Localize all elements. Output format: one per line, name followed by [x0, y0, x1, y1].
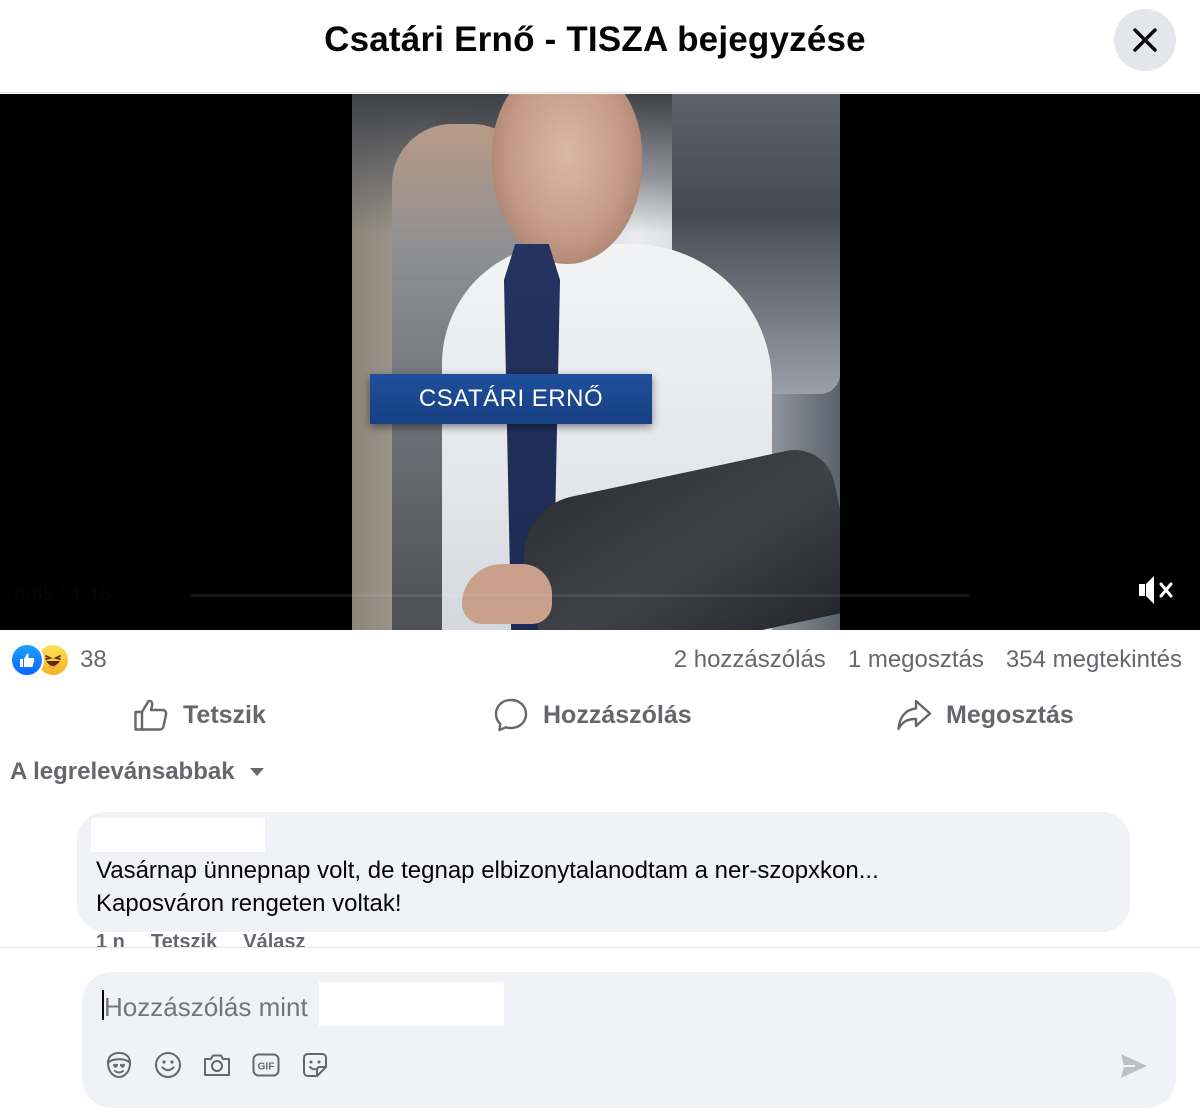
composer-toolbar: GIF: [104, 1050, 330, 1080]
sort-label: A legrelevánsabbak: [10, 758, 235, 785]
view-count: 354 megtekintés: [1005, 646, 1182, 673]
video-controls: 0:05 / 1:18: [0, 564, 1200, 624]
video-frame[interactable]: [352, 94, 840, 630]
close-button[interactable]: [1114, 9, 1176, 71]
comment-button-label: Hozzászólás: [543, 700, 692, 729]
video-lower-third: CSATÁRI ERNŐ: [370, 374, 652, 424]
share-arrow-icon: [897, 699, 932, 731]
svg-text:GIF: GIF: [258, 1062, 275, 1073]
post-dialog-header: Csatári Ernő - TISZA bejegyzése: [0, 0, 1200, 93]
gif-icon: GIF: [252, 1053, 280, 1077]
video-time-readout: 0:05 / 1:18: [14, 584, 111, 606]
comment-bubble-icon: [494, 698, 528, 732]
comment-sort-dropdown[interactable]: A legrelevánsabbak: [10, 758, 265, 786]
share-button-label: Megosztás: [946, 700, 1074, 729]
like-button[interactable]: Tetszik: [133, 690, 266, 740]
share-count-link[interactable]: 1 megosztás: [848, 646, 984, 674]
comment-author-redacted[interactable]: [91, 818, 265, 852]
like-button-label: Tetszik: [183, 700, 266, 729]
emoji-icon: [155, 1052, 181, 1078]
avatar-sticker-button[interactable]: [104, 1050, 134, 1080]
camera-button[interactable]: [202, 1050, 232, 1080]
camera-icon: [204, 1054, 230, 1076]
volume-muted-icon: [1139, 576, 1173, 604]
share-button[interactable]: Megosztás: [896, 690, 1074, 740]
comment-line: Kaposváron rengeten voltak!: [96, 890, 402, 917]
like-reaction-icon: [10, 643, 44, 677]
comment-text: Vasárnap ünnepnap volt, de tegnap elbizo…: [96, 854, 879, 920]
comment-meta: 1 n Tetszik Válasz: [96, 933, 306, 947]
thumbs-up-icon: [134, 699, 168, 731]
reaction-summary[interactable]: 38: [10, 643, 107, 677]
sticker-icon: [303, 1053, 327, 1077]
emoji-button[interactable]: [153, 1050, 183, 1080]
gif-button[interactable]: GIF: [251, 1050, 281, 1080]
composer-user-name-redacted: [319, 982, 504, 1026]
sticker-button[interactable]: [300, 1050, 330, 1080]
send-icon: [1121, 1054, 1147, 1078]
comment-bubble: Vasárnap ünnepnap volt, de tegnap elbizo…: [77, 812, 1130, 932]
caret-down-icon: [249, 768, 264, 776]
reaction-count: 38: [80, 646, 107, 673]
engagement-counts: 2 hozzászólás 1 megosztás 354 megtekinté…: [674, 646, 1182, 674]
video-player[interactable]: CSATÁRI ERNŐ 0:05 / 1:18: [0, 94, 1200, 630]
comment-line: Vasárnap ünnepnap volt, de tegnap elbizo…: [96, 857, 879, 884]
comment-composer[interactable]: GIF: [82, 972, 1176, 1108]
comment-reply-link[interactable]: Válasz: [243, 933, 305, 947]
comment-composer-area: GIF: [0, 947, 1200, 1120]
avatar-sticker-icon: [106, 1051, 132, 1079]
comment-button[interactable]: Hozzászólás: [493, 690, 692, 740]
video-progress-bar[interactable]: [190, 594, 970, 597]
comment-like-link[interactable]: Tetszik: [151, 933, 217, 947]
post-stats: 38 2 hozzászólás 1 megosztás 354 megteki…: [0, 640, 1200, 684]
post-actions: Tetszik Hozzászólás Megosztás: [0, 690, 1200, 740]
lower-third-name: CSATÁRI ERNŐ: [418, 385, 604, 412]
dialog-title: Csatári Ernő - TISZA bejegyzése: [324, 20, 866, 59]
comment-count-link[interactable]: 2 hozzászólás: [674, 646, 826, 674]
send-button[interactable]: [1118, 1050, 1150, 1082]
comment-timestamp[interactable]: 1 n: [96, 933, 125, 947]
mute-button[interactable]: [1136, 570, 1176, 610]
close-icon: [1133, 28, 1157, 52]
